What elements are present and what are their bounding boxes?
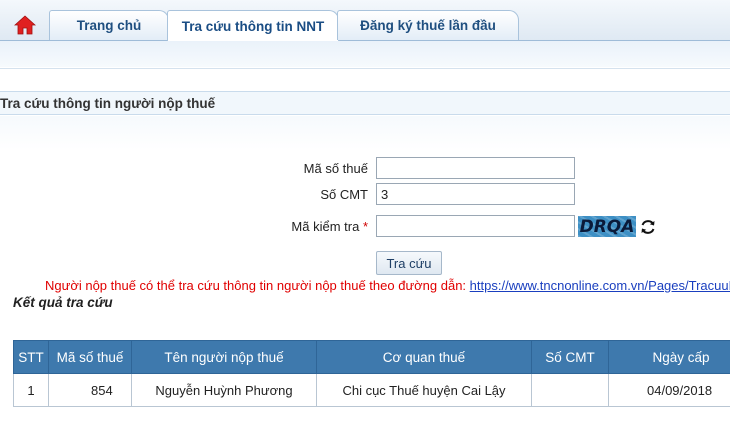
sub-header-band	[0, 41, 730, 67]
column-header: Tên người nộp thuế	[131, 340, 317, 374]
required-mark: *	[362, 219, 368, 234]
tab-home[interactable]: Trang chủ	[49, 10, 169, 40]
table-header-row: STT Mã số thuế Tên người nộp thuế Cơ qua…	[13, 340, 730, 374]
cell-index: 1	[13, 373, 49, 407]
section-title: Tra cứu thông tin người nộp thuế	[0, 96, 216, 111]
column-header: STT	[13, 340, 49, 374]
tax-code-input[interactable]	[376, 157, 575, 179]
cell-id-number	[531, 373, 609, 407]
cell-tax-code: 854	[48, 373, 132, 407]
captcha-image: DRQA	[578, 216, 636, 237]
column-header: Ngày cấp	[608, 340, 730, 374]
home-icon	[14, 15, 36, 35]
section-band	[0, 116, 730, 150]
cell-issue-date: 04/09/2018	[608, 373, 730, 407]
tab-first-registration[interactable]: Đăng ký thuế lần đầu	[337, 10, 519, 40]
search-button[interactable]: Tra cứu	[376, 251, 442, 275]
captcha-label: Mã kiểm tra *	[248, 219, 368, 234]
column-header: Số CMT	[531, 340, 609, 374]
notice-message: Người nộp thuế có thể tra cứu thông tin …	[45, 278, 467, 293]
home-button[interactable]	[6, 10, 44, 40]
tab-taxpayer-lookup[interactable]: Tra cứu thông tin NNT	[167, 10, 339, 41]
divider	[0, 68, 730, 69]
results-title: Kết quả tra cứu	[13, 295, 113, 310]
results-table: STT Mã số thuế Tên người nộp thuế Cơ qua…	[13, 340, 730, 407]
column-header: Mã số thuế	[48, 340, 132, 374]
refresh-icon[interactable]	[639, 218, 657, 236]
column-header: Cơ quan thuế	[316, 340, 532, 374]
id-number-label: Số CMT	[320, 187, 368, 202]
table-row: 1 854 Nguyễn Huỳnh Phương Chi cục Thuế h…	[13, 373, 730, 407]
captcha-input[interactable]	[376, 215, 575, 237]
section-bar: Tra cứu thông tin người nộp thuế	[0, 91, 730, 115]
id-number-input[interactable]	[376, 183, 575, 205]
captcha-label-text: Mã kiểm tra	[291, 219, 360, 234]
top-navigation: Trang chủ Tra cứu thông tin NNT Đăng ký …	[0, 0, 730, 41]
notice-text: Người nộp thuế có thể tra cứu thông tin …	[45, 278, 730, 293]
notice-link[interactable]: https://www.tncnonline.com.vn/Pages/Trac…	[470, 278, 730, 293]
tax-code-label: Mã số thuế	[303, 161, 368, 176]
cell-tax-office: Chi cục Thuế huyện Cai Lậy	[316, 373, 532, 407]
cell-taxpayer-name: Nguyễn Huỳnh Phương	[131, 373, 317, 407]
